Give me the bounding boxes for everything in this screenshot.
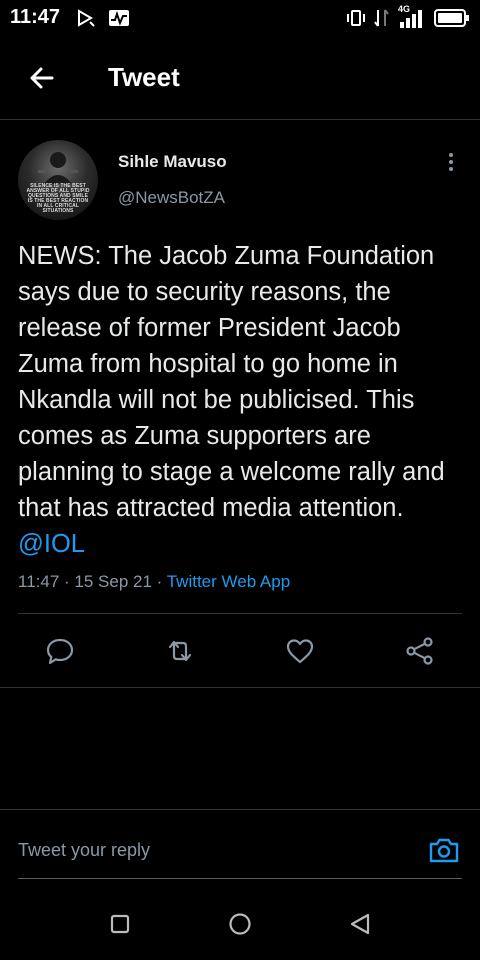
header-divider xyxy=(0,119,480,120)
tweet-source-link[interactable]: Twitter Web App xyxy=(167,572,290,591)
home-circle-icon[interactable] xyxy=(228,912,252,936)
back-arrow-icon[interactable] xyxy=(28,64,56,92)
camera-icon[interactable] xyxy=(428,834,460,866)
author-handle[interactable]: @NewsBotZA xyxy=(118,188,225,208)
tweet-text: NEWS: The Jacob Zuma Foundation says due… xyxy=(18,238,466,562)
battery-icon xyxy=(434,9,469,27)
back-triangle-icon[interactable] xyxy=(348,912,372,936)
page-title: Tweet xyxy=(108,62,180,92)
retweet-icon[interactable] xyxy=(165,636,195,666)
media-notification-icon xyxy=(78,9,95,27)
signal-strength-icon xyxy=(400,10,422,28)
actions-divider xyxy=(0,687,480,688)
tweet-date: 15 Sep 21 xyxy=(74,572,152,591)
meta-divider xyxy=(18,613,462,614)
activity-monitor-icon xyxy=(109,10,129,26)
tweet-body: NEWS: The Jacob Zuma Foundation says due… xyxy=(18,242,445,522)
tweet-time: 11:47 xyxy=(18,572,60,591)
status-time: 11:47 xyxy=(10,6,61,28)
vibrate-icon xyxy=(347,10,365,26)
author-name[interactable]: Sihle Mavuso xyxy=(118,152,227,172)
mention-link[interactable]: @IOL xyxy=(18,530,85,558)
reply-underline xyxy=(18,878,462,879)
like-icon[interactable] xyxy=(285,636,315,666)
avatar-caption: SILENCE IS THE BEST ANSWER OF ALL STUPID… xyxy=(26,183,90,214)
recents-square-icon[interactable] xyxy=(110,914,130,934)
status-bar: 11:47 4G xyxy=(0,0,480,36)
more-options-icon[interactable] xyxy=(448,152,454,172)
data-transfer-icon xyxy=(374,9,389,27)
avatar[interactable]: SILENCE IS THE BEST ANSWER OF ALL STUPID… xyxy=(18,140,98,220)
reply-icon[interactable] xyxy=(45,636,75,666)
reply-input[interactable]: Tweet your reply xyxy=(18,840,150,861)
tweet-meta: 11:47 · 15 Sep 21 · Twitter Web App xyxy=(18,572,291,591)
reply-top-divider xyxy=(0,809,480,810)
share-icon[interactable] xyxy=(405,636,435,666)
